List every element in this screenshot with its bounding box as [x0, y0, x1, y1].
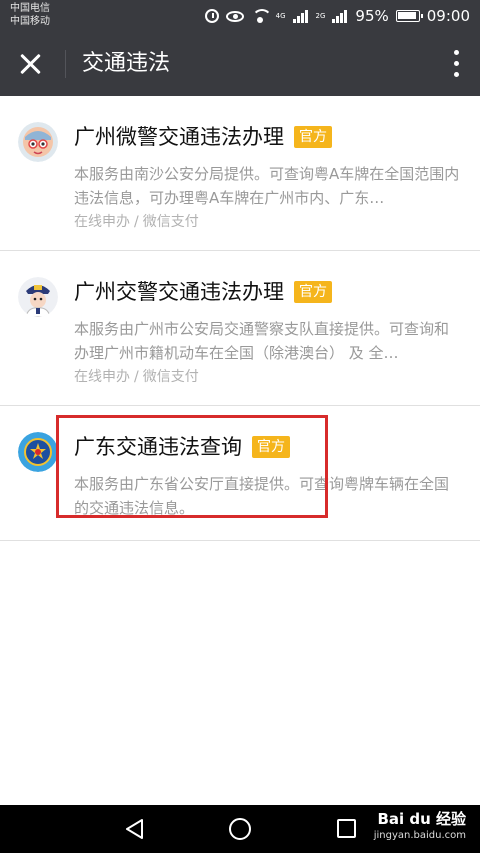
signal-icon-2	[332, 9, 348, 23]
official-badge: 官方	[294, 126, 332, 148]
carrier-2: 中国移动	[10, 16, 50, 27]
network-type-1: 4G	[275, 11, 286, 20]
service-title: 广州微警交通违法办理	[74, 125, 284, 149]
battery-percent: 95%	[355, 7, 389, 25]
official-badge: 官方	[294, 281, 332, 303]
tag-online-apply: 在线申办	[74, 214, 130, 230]
service-title-row: 广州交警交通违法办理 官方	[74, 277, 332, 307]
highlight-annotation	[56, 415, 328, 518]
carrier-info: 中国电信 中国移动	[10, 2, 50, 28]
back-icon[interactable]	[124, 818, 146, 840]
service-item-guangzhou-weijing[interactable]: 广州微警交通违法办理 官方 本服务由南沙公安分局提供。可查询粤A车牌在全国范围内…	[0, 96, 480, 251]
service-item-guangzhou-jiaojing[interactable]: 广州交警交通违法办理 官方 本服务由广州市公安局交通警察支队直接提供。可查询和办…	[0, 251, 480, 406]
police-emblem-icon	[18, 432, 58, 472]
police-avatar-icon	[18, 122, 58, 162]
service-title-row: 广州微警交通违法办理 官方	[74, 122, 332, 152]
recent-apps-icon[interactable]	[337, 819, 356, 838]
android-nav-bar: Bai du 经验 jingyan.baidu.com	[0, 805, 480, 853]
baidu-jingyan-watermark: Bai du 经验 jingyan.baidu.com	[374, 809, 466, 843]
tag-wechat-pay: 微信支付	[142, 214, 199, 230]
status-bar: 中国电信 中国移动 4G 2G 95% 09:00	[0, 0, 480, 32]
service-tags: 在线申办 / 微信支付	[74, 214, 199, 230]
home-icon[interactable]	[229, 818, 251, 840]
header-divider	[65, 50, 66, 78]
status-icons: 4G 2G 95% 09:00	[204, 6, 470, 26]
battery-icon	[395, 10, 423, 22]
service-description: 本服务由南沙公安分局提供。可查询粤A车牌在全国范围内违法信息，可办理粤A车牌在广…	[74, 165, 460, 207]
network-type-2: 2G	[315, 11, 326, 20]
watermark-url: jingyan.baidu.com	[373, 830, 466, 841]
signal-icon	[292, 9, 309, 23]
service-description: 本服务由广州市公安局交通警察支队直接提供。可查询和办理广州市籍机动车在全国（除港…	[74, 320, 450, 362]
tag-online-apply: 在线申办	[74, 369, 130, 385]
wifi-icon	[251, 9, 272, 23]
app-header: 交通违法	[0, 32, 480, 96]
watermark-logo: Bai du 经验	[377, 810, 466, 828]
carrier-1: 中国电信	[10, 3, 50, 14]
traffic-police-avatar-icon	[18, 277, 58, 317]
alarm-icon	[204, 9, 219, 23]
page-title: 交通违法	[82, 51, 171, 76]
clock: 09:00	[426, 7, 470, 25]
eye-icon	[225, 10, 244, 22]
tag-wechat-pay: 微信支付	[142, 369, 199, 385]
more-vertical-icon[interactable]	[452, 50, 460, 78]
service-title: 广州交警交通违法办理	[74, 280, 284, 304]
service-tags: 在线申办 / 微信支付	[74, 369, 199, 385]
close-icon[interactable]	[14, 48, 46, 80]
